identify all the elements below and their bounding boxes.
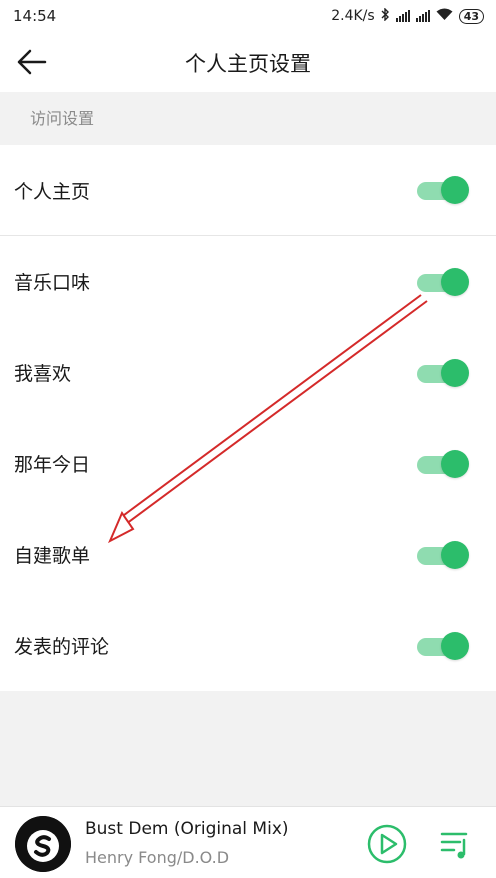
music-taste-toggle[interactable] xyxy=(417,267,469,296)
status-bar: 14:54 2.4K/s 43 xyxy=(0,0,496,32)
mini-player[interactable]: Bust Dem (Original Mix) Henry Fong/D.O.D xyxy=(0,806,496,878)
album-art[interactable] xyxy=(15,816,71,872)
setting-row-music-taste: 音乐口味 xyxy=(0,236,496,327)
signal-icon xyxy=(415,10,430,22)
playlist-icon[interactable] xyxy=(437,826,473,862)
network-speed: 2.4K/s xyxy=(331,8,375,24)
setting-label: 个人主页 xyxy=(14,180,91,203)
setting-row-homepage: 个人主页 xyxy=(0,145,496,236)
wifi-icon xyxy=(436,8,453,25)
setting-label: 自建歌单 xyxy=(14,545,91,567)
bluetooth-icon xyxy=(381,6,390,25)
created-playlists-toggle[interactable] xyxy=(417,540,469,569)
setting-label: 那年今日 xyxy=(14,454,91,476)
setting-label: 发表的评论 xyxy=(14,636,110,658)
this-day-toggle[interactable] xyxy=(417,449,469,478)
setting-row-my-likes: 我喜欢 xyxy=(0,327,496,418)
page-title: 个人主页设置 xyxy=(185,52,311,76)
app-header: 个人主页设置 xyxy=(0,32,496,92)
setting-label: 我喜欢 xyxy=(14,363,72,385)
setting-row-this-day: 那年今日 xyxy=(0,418,496,509)
play-icon[interactable] xyxy=(366,823,408,865)
homepage-toggle[interactable] xyxy=(417,176,469,204)
song-artist: Henry Fong/D.O.D xyxy=(85,848,230,867)
my-likes-toggle[interactable] xyxy=(417,358,469,387)
settings-list: 个人主页 音乐口味 我喜欢 那年今日 自建歌单 发表的评论 xyxy=(0,145,496,691)
status-indicators: 2.4K/s 43 xyxy=(331,6,484,25)
section-header: 访问设置 xyxy=(0,92,496,144)
signal-icon xyxy=(395,10,410,22)
setting-label: 音乐口味 xyxy=(14,272,91,294)
battery-icon: 43 xyxy=(458,8,484,24)
comments-toggle[interactable] xyxy=(417,631,469,660)
status-time: 14:54 xyxy=(13,7,57,25)
setting-row-comments: 发表的评论 xyxy=(0,600,496,691)
song-title: Bust Dem (Original Mix) xyxy=(85,819,289,839)
setting-row-created-playlists: 自建歌单 xyxy=(0,509,496,600)
